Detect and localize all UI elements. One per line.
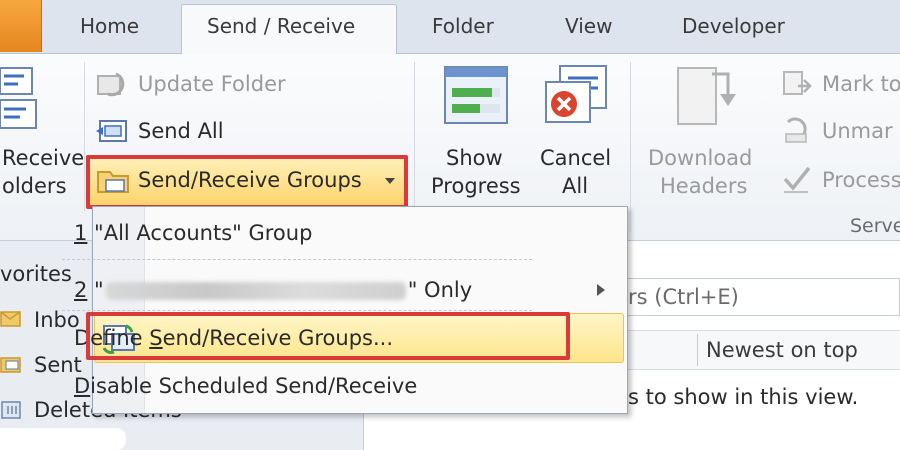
empty-view-message: s to show in this view. (628, 385, 859, 409)
update-folder-button[interactable]: Update Folder (138, 70, 286, 98)
menu-item-1-label: "All Accounts" Group (87, 221, 313, 245)
tab-developer[interactable]: Developer (682, 14, 785, 44)
show-progress-label-2[interactable]: Progress (431, 172, 521, 200)
group-divider (630, 62, 631, 232)
menu-item-account-only[interactable]: 2 " " Only (74, 276, 472, 304)
mark-to-download-button[interactable]: Mark to (822, 70, 900, 98)
tab-send-receive[interactable]: Send / Receive (207, 14, 355, 44)
annotation-box-define-groups (86, 312, 570, 360)
menu-item-disable-scheduled-send-receive[interactable]: Disable Scheduled Send/Receive (74, 372, 417, 400)
ribbon-tab-strip: Home Send / Receive Folder View Develope… (0, 0, 900, 55)
inbox-folder-icon (0, 311, 21, 327)
show-progress-label-1[interactable]: Show (446, 144, 503, 172)
tab-home[interactable]: Home (80, 14, 139, 44)
menu-item-4-label: isable Scheduled Send/Receive (90, 374, 418, 398)
menu-item-all-accounts-group[interactable]: 1 "All Accounts" Group (74, 219, 312, 247)
send-all-icon (96, 120, 127, 142)
update-folder-icon (97, 72, 125, 97)
cancel-all-icon (545, 65, 607, 123)
deleted-items-icon (1, 401, 21, 419)
mark-to-download-icon (783, 71, 812, 95)
menu-separator (62, 310, 532, 311)
download-headers-icon (677, 67, 736, 125)
unmark-icon (785, 117, 807, 143)
menu-item-1-number: 1 (74, 221, 88, 245)
download-headers-label-2[interactable]: Headers (660, 172, 747, 200)
download-headers-label-1[interactable]: Download (648, 144, 752, 172)
process-marked-headers-button[interactable]: Process (822, 166, 900, 194)
process-marked-headers-icon (783, 166, 811, 193)
submenu-arrow-icon (597, 284, 605, 296)
group-divider (414, 62, 415, 212)
receive-folders-label-1[interactable]: Receive (2, 144, 84, 172)
menu-item-2-number: 2 (74, 278, 88, 302)
sort-bar-divider (697, 334, 698, 366)
menu-item-2-suffix: " Only (407, 278, 473, 302)
nav-scroll-overlay (0, 428, 126, 450)
tab-view[interactable]: View (565, 14, 612, 44)
search-placeholder: rs (Ctrl+E) (628, 285, 739, 309)
sent-folder-icon (0, 357, 21, 373)
show-progress-icon (444, 66, 508, 124)
tab-file[interactable] (0, 0, 42, 52)
group-divider (84, 62, 85, 212)
menu-item-4-accelerator: D (74, 374, 91, 398)
send-receive-all-folders-icon[interactable] (0, 62, 42, 134)
cancel-all-label-1[interactable]: Cancel (540, 144, 611, 172)
send-all-button[interactable]: Send All (138, 117, 224, 145)
redacted-email (105, 282, 406, 300)
annotation-box-send-receive-groups (86, 155, 408, 209)
menu-separator (62, 259, 532, 260)
tab-folder[interactable]: Folder (432, 14, 494, 44)
receive-folders-label-2[interactable]: olders (2, 172, 67, 200)
cancel-all-label-2[interactable]: All (562, 172, 588, 200)
unmark-button[interactable]: Unmar (822, 117, 893, 145)
favorites-header[interactable]: vorites (0, 260, 72, 288)
menu-item-2-prefix: " (87, 278, 104, 302)
sort-order-button[interactable]: Newest on top (706, 336, 858, 364)
server-group-label: Serve (850, 215, 900, 237)
